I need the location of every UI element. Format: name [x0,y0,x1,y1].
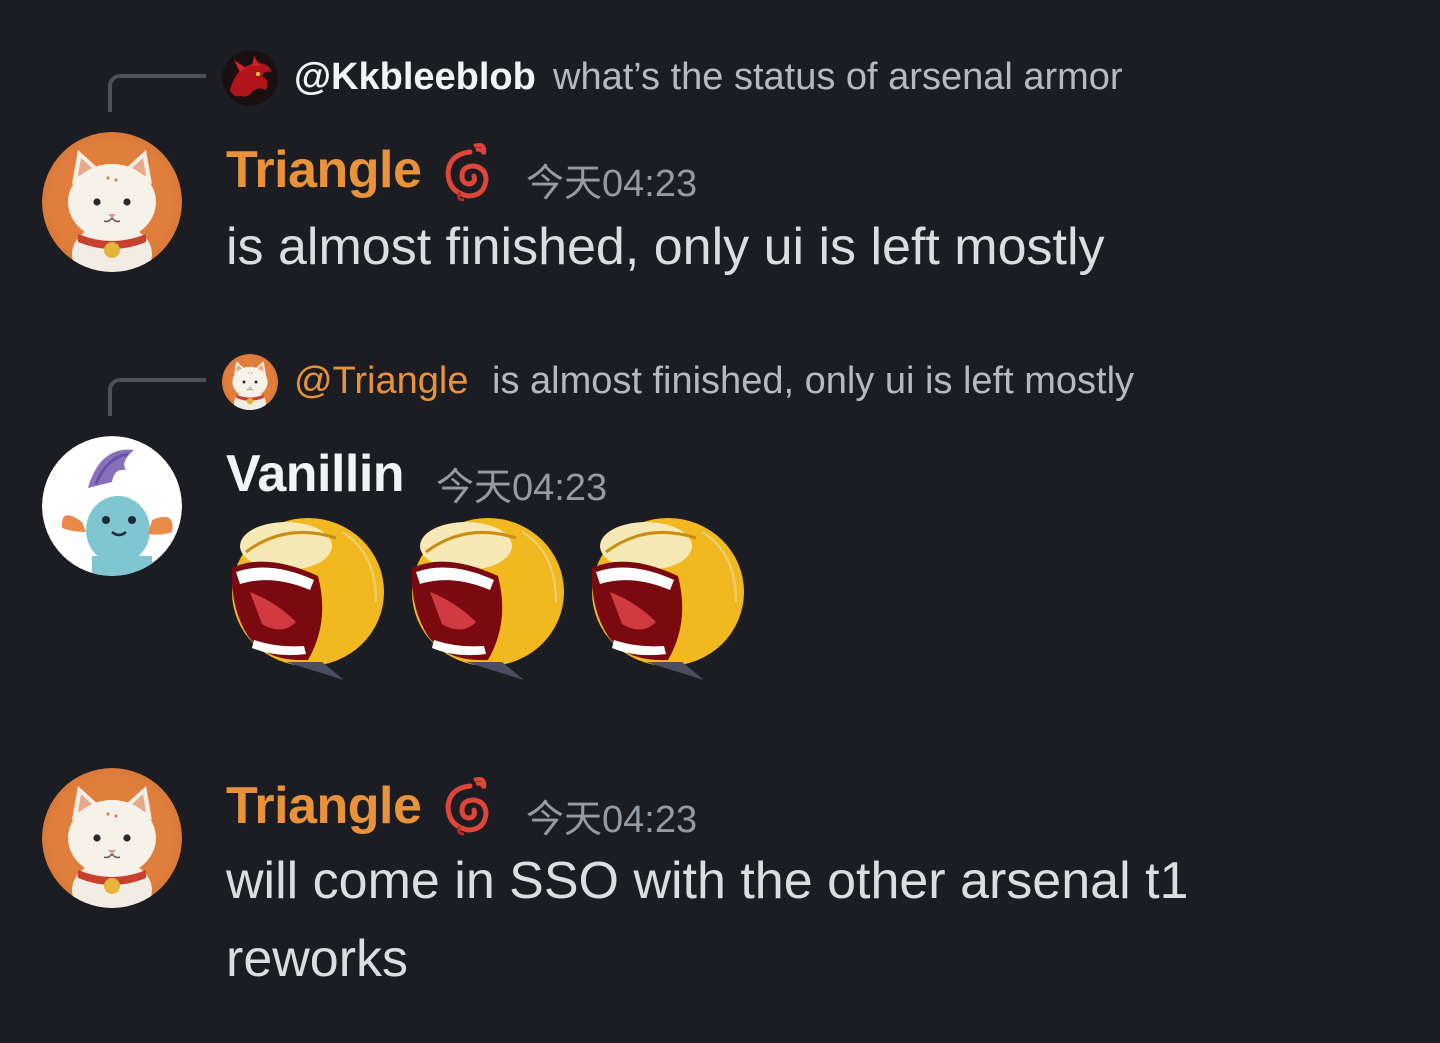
message-timestamp[interactable]: 今天04:23 [526,152,697,207]
laughing-emoji[interactable] [406,512,566,682]
red-spiral-role-icon[interactable] [440,138,490,202]
laughing-emoji[interactable] [586,512,746,682]
message-content: will come in SSO with the other arsenal … [226,852,1189,988]
reply-spine [108,378,206,416]
user-avatar[interactable] [42,132,182,272]
mudkip-avatar[interactable] [42,436,182,576]
message-timestamp[interactable]: 今天04:23 [526,788,697,843]
message-content: is almost finished, only ui is left most… [226,218,1105,276]
reply-reference[interactable]: @Triangle is almost finished, only ui is… [0,352,1440,416]
reply-reference[interactable]: @Kkbleeblob what’s the status of arsenal… [0,48,1440,112]
red-dragon-icon [222,50,278,106]
message-author[interactable]: Vanillin [226,444,405,504]
red-spiral-role-icon[interactable] [440,772,490,836]
reply-spine [108,74,206,112]
reply-text: is almost finished, only ui is left most… [492,360,1135,402]
message-timestamp[interactable]: 今天04:23 [436,456,607,511]
reply-text: what’s the status of arsenal armor [553,56,1123,98]
reply-author[interactable]: @Triangle [294,360,468,403]
white-cat-avatar [222,354,278,410]
laughing-emoji[interactable] [226,512,386,682]
user-avatar[interactable] [42,768,182,908]
message-author[interactable]: Triangle [226,140,422,200]
reply-author[interactable]: @Kkbleeblob [294,56,536,99]
message-author[interactable]: Triangle [226,776,422,836]
